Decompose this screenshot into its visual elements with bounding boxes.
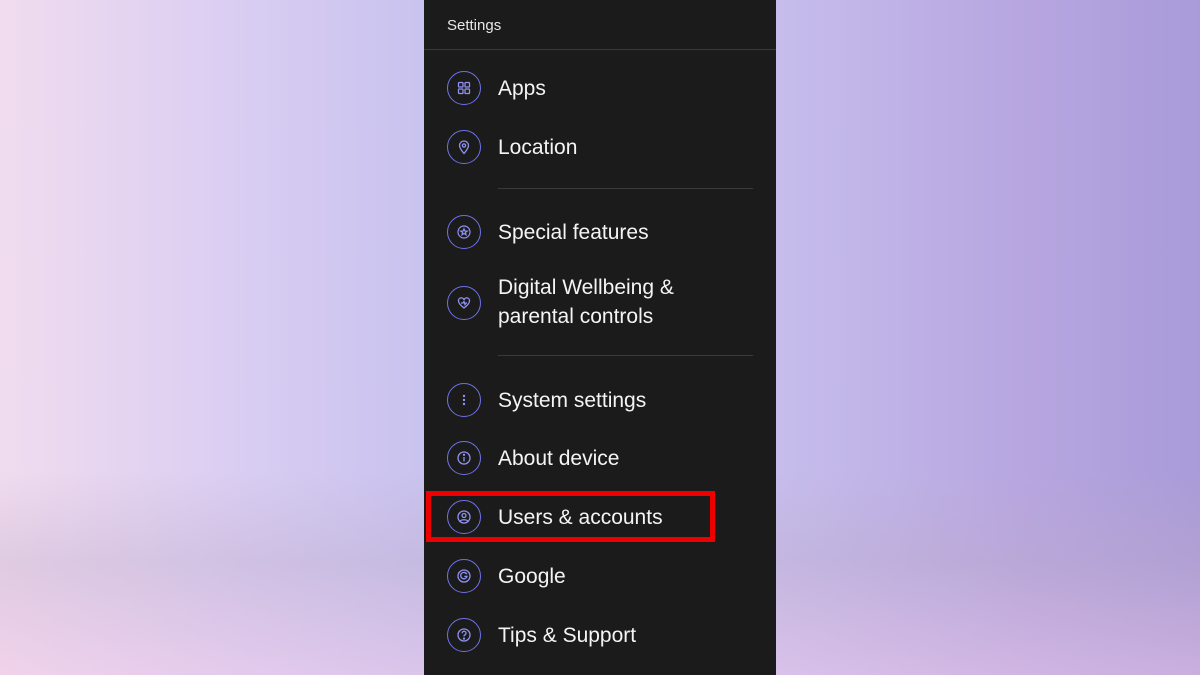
- settings-item-label: Special features: [498, 220, 649, 244]
- page-title: Settings: [424, 0, 776, 50]
- settings-item-label: Tips & Support: [498, 623, 637, 647]
- settings-item-special-features[interactable]: Special features: [424, 206, 776, 258]
- highlight-box: [426, 491, 715, 542]
- settings-item-label-line2: parental controls: [498, 305, 654, 328]
- settings-item-system-settings[interactable]: System settings: [424, 374, 776, 426]
- apps-grid-icon: [447, 71, 481, 105]
- divider: [498, 188, 753, 189]
- star-icon: [447, 215, 481, 249]
- google-icon: [447, 559, 481, 593]
- help-icon: [447, 618, 481, 652]
- settings-item-location[interactable]: Location: [424, 121, 776, 173]
- settings-item-label: Apps: [498, 76, 546, 100]
- divider: [498, 355, 753, 356]
- location-pin-icon: [447, 130, 481, 164]
- settings-item-tips-support[interactable]: Tips & Support: [424, 609, 776, 661]
- settings-item-google[interactable]: Google: [424, 550, 776, 602]
- settings-item-about-device[interactable]: About device: [424, 432, 776, 484]
- settings-item-apps[interactable]: Apps: [424, 62, 776, 114]
- settings-panel: Settings Apps Location Special features …: [424, 0, 776, 675]
- settings-item-label: Location: [498, 135, 578, 159]
- settings-item-label: About device: [498, 446, 620, 470]
- settings-item-label: System settings: [498, 388, 647, 412]
- more-vertical-icon: [447, 383, 481, 417]
- settings-item-label: Digital Wellbeing &: [498, 276, 674, 299]
- settings-item-digital-wellbeing[interactable]: Digital Wellbeing & parental controls: [424, 273, 776, 333]
- heart-icon: [447, 286, 481, 320]
- info-icon: [447, 441, 481, 475]
- settings-item-label: Google: [498, 564, 566, 588]
